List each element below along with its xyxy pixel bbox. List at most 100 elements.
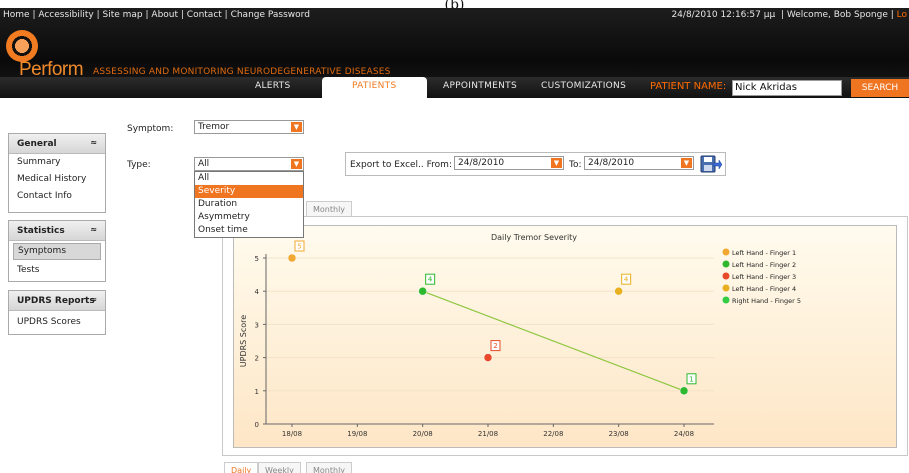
type-option-severity[interactable]: Severity: [195, 185, 303, 198]
x-tick-label: 21/08: [478, 430, 498, 438]
legend-entry: Left Hand - Finger 3: [732, 273, 796, 281]
brand-tagline: ASSESSING AND MONITORING NEURODEGENERATI…: [93, 67, 391, 77]
legend-entry: Left Hand - Finger 4: [732, 285, 796, 293]
sidebar-item-contact-info[interactable]: Contact Info: [9, 188, 105, 205]
sidebar-item-summary[interactable]: Summary: [9, 154, 105, 171]
symptom-select[interactable]: Tremor ▼: [194, 120, 304, 134]
data-point: [418, 286, 427, 296]
type-option-onset-time[interactable]: Onset time: [195, 224, 303, 237]
type-option-duration[interactable]: Duration: [195, 198, 303, 211]
legend-marker: [722, 296, 730, 304]
data-label: 5: [297, 243, 301, 251]
sidebar-updrs-header[interactable]: UPDRS Reports ≈: [9, 291, 105, 311]
nav-patients[interactable]: PATIENTS: [322, 77, 427, 98]
type-select[interactable]: All ▼: [194, 157, 304, 171]
type-label: Type:: [127, 160, 151, 170]
data-label: 2: [493, 342, 497, 350]
legend-marker: [722, 248, 730, 256]
data-point: [287, 253, 297, 263]
export-label: Export to Excel.. From:: [350, 160, 452, 170]
chevron-down-icon[interactable]: ▼: [291, 122, 302, 132]
chevron-down-icon[interactable]: ▼: [291, 159, 302, 169]
symptom-value: Tremor: [198, 122, 230, 132]
x-tick-label: 18/08: [282, 430, 302, 438]
y-tick-label: 5: [255, 255, 259, 263]
legend-marker: [722, 284, 730, 292]
main-nav: ALERTS PATIENTS APPOINTMENTS CUSTOMIZATI…: [0, 77, 909, 98]
tab-weekly[interactable]: Weekly: [258, 462, 301, 473]
y-tick-label: 2: [255, 355, 259, 363]
legend-entry: Right Hand - Finger 5: [732, 297, 801, 305]
top-links: Home | Accessibility | Site map | About …: [3, 10, 310, 20]
to-date-select[interactable]: 24/8/2010 ▼: [584, 156, 694, 170]
y-tick-label: 4: [255, 288, 260, 296]
legend-entry: Left Hand - Finger 1: [732, 249, 796, 257]
link-about[interactable]: About: [151, 10, 178, 20]
y-tick-label: 1: [255, 388, 259, 396]
collapse-icon[interactable]: ≈: [90, 225, 97, 234]
logout-link[interactable]: Lo: [897, 10, 907, 20]
collapse-icon[interactable]: ≈: [90, 138, 97, 147]
legend-entry: Left Hand - Finger 2: [732, 261, 796, 269]
from-date-value: 24/8/2010: [458, 158, 505, 168]
nav-appointments[interactable]: APPOINTMENTS: [443, 81, 517, 91]
sidebar-general: General ≈ Summary Medical History Contact…: [8, 133, 106, 213]
welcome-text: Welcome, Bob Sponge: [786, 10, 888, 20]
series-line: [422, 290, 685, 392]
sidebar-item-tests[interactable]: Tests: [9, 262, 105, 279]
link-sitemap[interactable]: Site map: [103, 10, 143, 20]
y-tick-label: 3: [255, 321, 259, 329]
data-point: [679, 386, 689, 396]
tab-monthly[interactable]: Monthly: [306, 462, 353, 473]
top-status: 24/8/2010 12:16:57 μμ | Welcome, Bob Spo…: [671, 10, 907, 20]
symptom-label: Symptom:: [127, 124, 174, 134]
data-label: 4: [624, 276, 629, 284]
nav-customizations[interactable]: CUSTOMIZATIONS: [541, 81, 626, 91]
type-option-all[interactable]: All: [195, 172, 303, 185]
datetime: 24/8/2010 12:16:57 μμ: [671, 10, 776, 20]
perform-logo-icon: [6, 30, 38, 62]
collapse-icon[interactable]: ≈: [90, 295, 97, 304]
x-tick-label: 22/08: [543, 430, 563, 438]
chart-panel: Daily Tremor Severity UPDRS Score 0 1 2 3 4 5 18…: [222, 216, 908, 456]
sidebar-statistics-header[interactable]: Statistics ≈: [9, 221, 105, 241]
link-accessibility[interactable]: Accessibility: [38, 10, 93, 20]
sidebar-statistics-title: Statistics: [17, 226, 65, 236]
link-home[interactable]: Home: [3, 10, 30, 20]
y-tick-label: 0: [255, 421, 259, 429]
sidebar-updrs: UPDRS Reports ≈ UPDRS Scores: [8, 290, 106, 335]
chevron-down-icon[interactable]: ▼: [681, 158, 692, 168]
sidebar-general-title: General: [17, 139, 57, 149]
x-tick-label: 23/08: [609, 430, 629, 438]
x-tick-label: 24/08: [674, 430, 694, 438]
to-label: To:: [569, 160, 582, 170]
tab-monthly-top[interactable]: Monthly: [306, 201, 353, 217]
tab-daily[interactable]: Daily: [224, 462, 259, 473]
sidebar-general-header[interactable]: General ≈: [9, 134, 105, 154]
to-date-value: 24/8/2010: [588, 158, 635, 168]
patient-name-input[interactable]: Nick Akridas: [732, 80, 842, 96]
chart-area: Daily Tremor Severity UPDRS Score 0 1 2 3 4 5 18…: [233, 225, 897, 448]
y-axis-label: UPDRS Score: [239, 315, 248, 368]
data-point: [483, 353, 493, 362]
from-date-select[interactable]: 24/8/2010 ▼: [454, 156, 564, 170]
data-point: [614, 286, 623, 296]
sidebar-updrs-title: UPDRS Reports: [17, 296, 95, 306]
data-label: 4: [428, 276, 433, 284]
nav-alerts[interactable]: ALERTS: [255, 81, 290, 91]
legend-marker: [722, 272, 730, 280]
sidebar-statistics: Statistics ≈ Symptoms Tests: [8, 220, 106, 282]
chevron-down-icon[interactable]: ▼: [551, 158, 562, 168]
sidebar-item-medical-history[interactable]: Medical History: [9, 171, 105, 188]
type-value: All: [198, 159, 210, 169]
export-save-icon[interactable]: [700, 155, 722, 173]
chart-title: Daily Tremor Severity: [491, 233, 577, 242]
link-contact[interactable]: Contact: [187, 10, 222, 20]
x-tick-label: 20/08: [413, 430, 433, 438]
sidebar-item-symptoms[interactable]: Symptoms: [13, 243, 101, 260]
patient-name-label: PATIENT NAME:: [650, 81, 727, 92]
type-option-asymmetry[interactable]: Asymmetry: [195, 211, 303, 224]
link-change-password[interactable]: Change Password: [231, 10, 310, 20]
search-button[interactable]: SEARCH: [851, 79, 909, 97]
sidebar-item-updrs-scores[interactable]: UPDRS Scores: [9, 311, 105, 328]
